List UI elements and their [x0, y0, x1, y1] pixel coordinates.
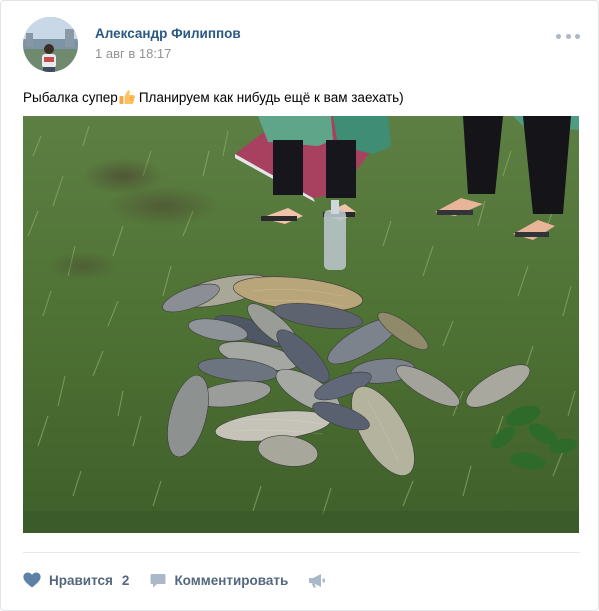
post-text-end: Планируем как нибудь ещё к вам заехать) [138, 89, 404, 105]
post-photo[interactable] [23, 116, 579, 533]
share-button[interactable] [308, 573, 326, 588]
heart-icon [23, 572, 41, 588]
post-text-start: Рыбалка супер [23, 89, 118, 105]
author-name[interactable]: Александр Филиппов [95, 26, 241, 41]
like-label: Нравится [49, 572, 113, 588]
thumbs-up-icon [119, 90, 135, 104]
like-button[interactable]: Нравится 2 [23, 572, 129, 588]
comment-icon [150, 573, 166, 587]
wall-post: Александр Филиппов 1 авг в 18:17 Рыбалка… [0, 0, 599, 611]
post-text: Рыбалка супер Планируем как нибудь ещё к… [23, 88, 404, 106]
actions-divider [23, 552, 580, 553]
post-actions: Нравится 2 Комментировать [23, 569, 326, 591]
fish-catch-photo [23, 116, 579, 533]
megaphone-icon [309, 573, 326, 587]
comment-label: Комментировать [174, 572, 289, 588]
post-date[interactable]: 1 авг в 18:17 [95, 46, 171, 61]
comment-button[interactable]: Комментировать [150, 573, 288, 588]
avatar-image [23, 17, 78, 72]
author-avatar[interactable] [23, 17, 78, 72]
more-options-icon[interactable] [556, 27, 580, 45]
like-count: 2 [121, 572, 130, 588]
